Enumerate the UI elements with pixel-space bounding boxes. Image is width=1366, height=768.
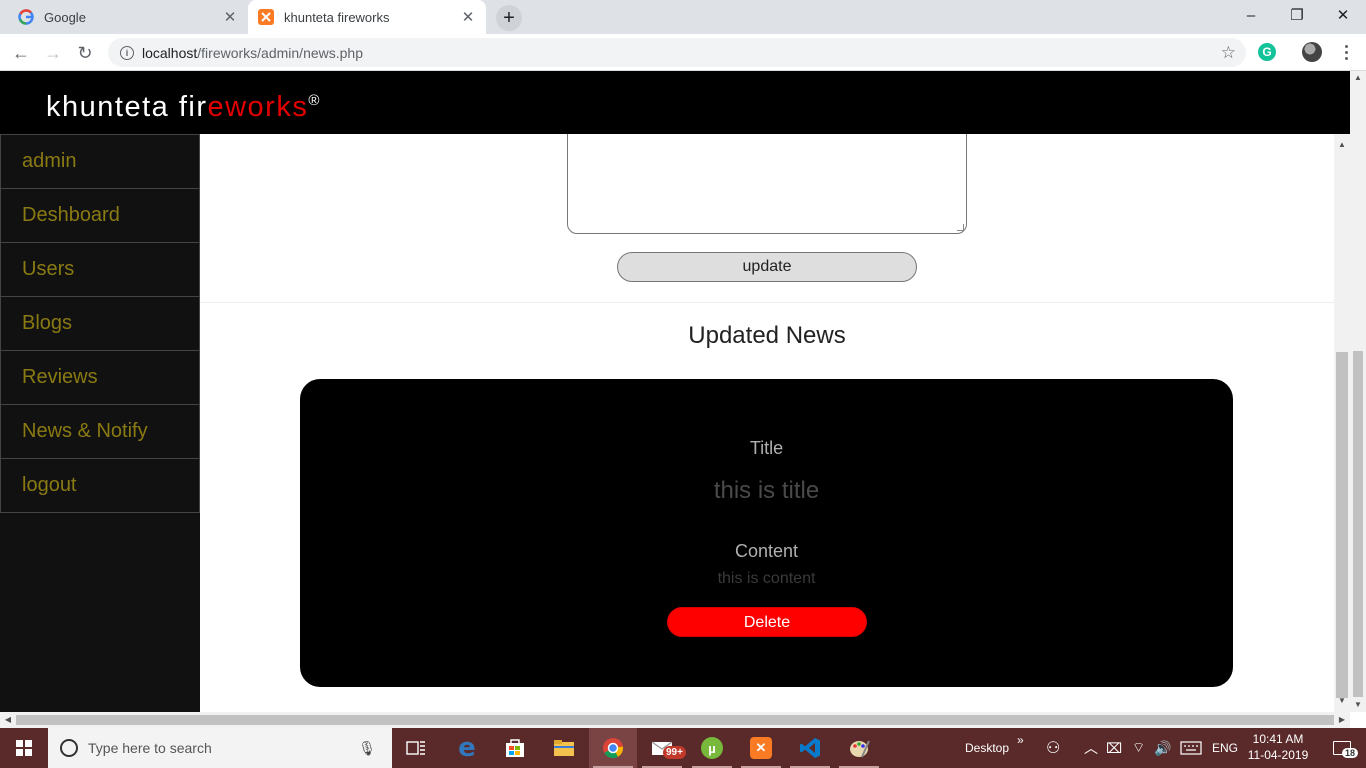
scrollbar-thumb[interactable] — [1353, 351, 1363, 697]
delete-button[interactable]: Delete — [667, 607, 867, 637]
power-icon[interactable]: ⌧ — [1106, 728, 1122, 768]
cortana-icon — [60, 739, 78, 757]
sidebar-item-news-notify[interactable]: News & Notify — [0, 404, 200, 459]
mail-badge: 99+ — [663, 746, 686, 759]
wifi-icon[interactable]: ⌔ — [1132, 728, 1145, 768]
info-icon[interactable]: i — [120, 45, 134, 60]
clock-date: 11-04-2019 — [1247, 748, 1309, 762]
search-placeholder: Type here to search — [88, 740, 212, 756]
chevron-double-right-icon[interactable]: » — [1017, 733, 1024, 747]
browser-menu-icon[interactable] — [1336, 42, 1356, 62]
desktop-label: Desktop — [965, 741, 1010, 755]
taskbar-search[interactable]: Type here to search 🎙 — [48, 728, 392, 768]
updated-news-heading: Updated News — [688, 322, 846, 349]
windows-logo-icon — [16, 740, 32, 756]
start-button[interactable] — [0, 728, 48, 768]
address-bar[interactable]: i localhost/fireworks/admin/news.php ☆ — [108, 38, 1246, 67]
windows-taskbar: Type here to search 🎙 e 99+ µ ✕ Desktop … — [0, 728, 1366, 768]
news-title-value: this is title — [713, 477, 820, 504]
xampp-icon — [258, 9, 274, 25]
close-tab-icon[interactable]: ✕ — [460, 8, 476, 26]
url-host: localhost — [142, 44, 198, 61]
notification-count: 18 — [1342, 748, 1359, 758]
mail-icon[interactable]: 99+ — [638, 728, 686, 768]
scroll-left-arrow-icon[interactable]: ◀ — [0, 712, 16, 728]
close-tab-icon[interactable]: ✕ — [222, 8, 238, 26]
volume-icon[interactable]: 🔊 — [1154, 728, 1171, 768]
new-tab-button[interactable]: + — [496, 5, 522, 31]
restore-button[interactable]: ❐ — [1274, 0, 1320, 30]
tab-title: Google — [44, 9, 86, 25]
sidebar-item-dashboard[interactable]: Deshboard — [0, 188, 200, 243]
tab-khunteta-fireworks[interactable]: khunteta fireworks ✕ — [248, 0, 486, 34]
page-horizontal-scrollbar[interactable]: ◀ ▶ — [0, 712, 1350, 728]
site-logo[interactable]: khunteta fireworks® — [46, 91, 319, 124]
browser-tab-strip: Google ✕ khunteta fireworks ✕ + – ❐ ✕ — [0, 0, 1366, 34]
vscode-icon[interactable] — [786, 728, 834, 768]
action-center-icon[interactable]: 18 — [1318, 728, 1366, 768]
store-icon[interactable] — [491, 728, 539, 768]
browser-toolbar: ← → ↻ i localhost/fireworks/admin/news.p… — [0, 34, 1366, 71]
scroll-up-arrow-icon[interactable]: ▲ — [1334, 138, 1350, 152]
bookmark-star-icon[interactable]: ☆ — [1221, 43, 1236, 63]
clock-time: 10:41 AM — [1252, 732, 1304, 746]
sidebar-item-logout[interactable]: logout — [0, 458, 200, 513]
scroll-right-arrow-icon[interactable]: ▶ — [1334, 712, 1350, 728]
url-path: /fireworks/admin/news.php — [197, 44, 364, 61]
grammarly-icon[interactable]: G — [1258, 43, 1276, 61]
news-card: Title this is title Content this is cont… — [300, 379, 1233, 687]
profile-avatar[interactable] — [1302, 42, 1322, 62]
language-indicator[interactable]: ENG — [1212, 728, 1238, 768]
task-view-icon[interactable] — [392, 728, 440, 768]
file-explorer-icon[interactable] — [540, 728, 588, 768]
system-clock[interactable]: 10:41 AM 11-04-2019 — [1238, 731, 1318, 763]
close-window-button[interactable]: ✕ — [1320, 0, 1366, 30]
admin-sidebar: admin Deshboard Users Blogs Reviews News… — [0, 134, 200, 712]
chrome-taskbar-icon[interactable] — [589, 728, 637, 768]
chevron-up-icon[interactable]: ︿ — [1084, 728, 1098, 768]
desktop-toolbar-label[interactable]: Desktop » — [965, 728, 1024, 768]
sidebar-item-admin[interactable]: admin — [0, 134, 200, 189]
scrollbar-thumb[interactable] — [16, 715, 1334, 725]
sidebar-item-users[interactable]: Users — [0, 242, 200, 297]
xampp-taskbar-icon[interactable]: ✕ — [737, 728, 785, 768]
sidebar-item-reviews[interactable]: Reviews — [0, 350, 200, 405]
scroll-down-arrow-icon[interactable]: ▼ — [1350, 698, 1366, 712]
section-divider — [200, 302, 1334, 303]
news-content-textarea[interactable] — [567, 134, 967, 234]
logo-text-white: khunteta fir — [46, 91, 208, 123]
scroll-down-arrow-icon[interactable]: ▼ — [1334, 694, 1350, 708]
resize-handle-icon[interactable] — [957, 224, 964, 231]
scroll-up-arrow-icon[interactable]: ▲ — [1350, 71, 1366, 85]
news-content-label: Content — [734, 541, 799, 561]
people-icon[interactable]: ⚇ — [1046, 728, 1060, 768]
google-icon — [18, 9, 34, 25]
tab-google[interactable]: Google ✕ — [8, 0, 248, 34]
microphone-icon[interactable]: 🎙 — [358, 740, 376, 757]
scrollbar-thumb[interactable] — [1336, 352, 1348, 698]
reload-icon[interactable]: ↻ — [72, 40, 98, 66]
update-button[interactable]: update — [617, 252, 917, 282]
main-content: update Updated News Title this is title … — [200, 134, 1334, 712]
utorrent-icon[interactable]: µ — [688, 728, 736, 768]
minimize-button[interactable]: – — [1228, 0, 1274, 30]
content-scrollbar[interactable]: ▲ ▼ — [1334, 134, 1350, 712]
news-title-label: Title — [749, 438, 784, 458]
forward-icon[interactable]: → — [40, 40, 66, 66]
paint-icon[interactable] — [835, 728, 883, 768]
tab-title: khunteta fireworks — [284, 9, 390, 25]
edge-icon[interactable]: e — [443, 728, 491, 768]
page-vertical-scrollbar[interactable]: ▲ ▼ — [1350, 71, 1366, 712]
logo-text-red: eworks — [207, 91, 309, 123]
keyboard-icon[interactable] — [1180, 728, 1202, 768]
news-content-value: this is content — [717, 570, 816, 587]
site-header: khunteta fireworks® — [0, 71, 1350, 134]
sidebar-item-blogs[interactable]: Blogs — [0, 296, 200, 351]
registered-mark: ® — [308, 92, 320, 109]
back-icon[interactable]: ← — [8, 40, 34, 66]
